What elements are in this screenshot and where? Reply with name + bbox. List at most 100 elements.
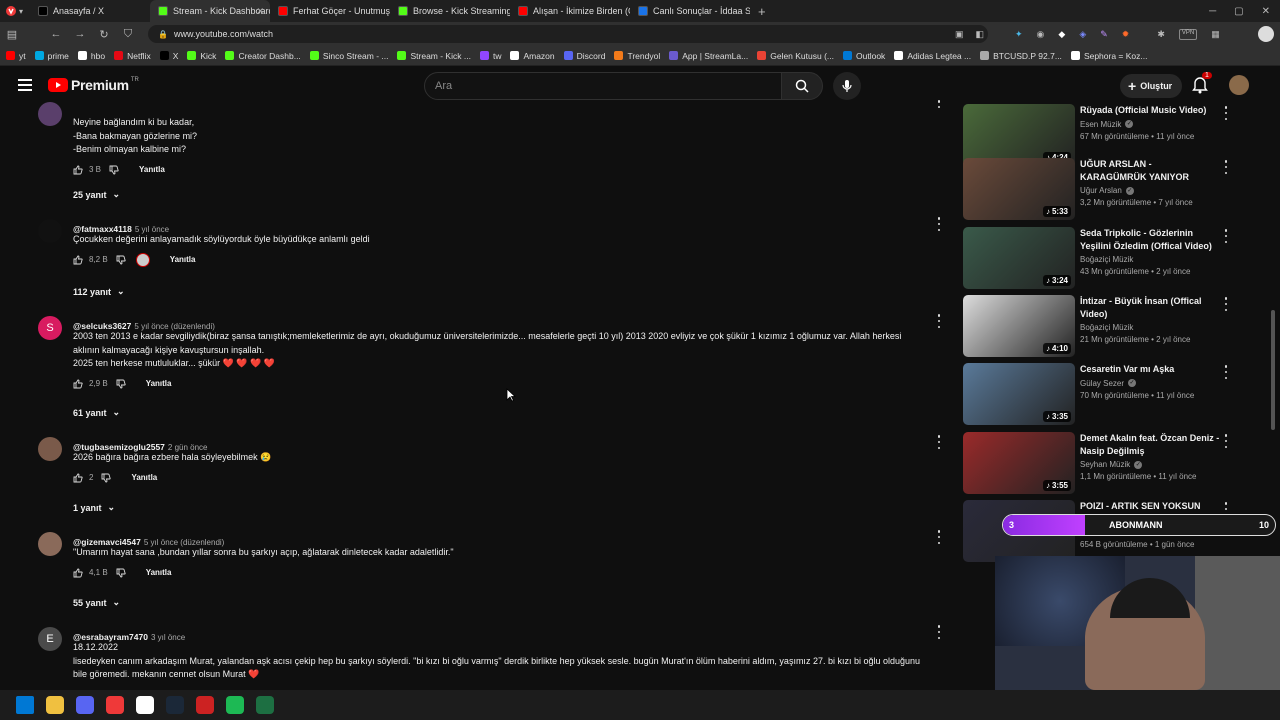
panel-toggle-icon[interactable]: ▤ [0,28,24,41]
related-video-item[interactable]: ♪ 3:24 Seda Tripkolic - Gözlerinin Yeşilin… [963,227,1243,293]
view-replies-button[interactable]: 55 yanıt ⌄ [73,597,120,608]
reload-button[interactable]: ↻ [92,28,116,41]
reply-button[interactable]: Yanıtla [170,255,196,264]
bookmark-item[interactable]: Outlook [843,51,885,61]
maximize-button[interactable]: ▢ [1234,6,1243,17]
bookmark-item[interactable]: Amazon [510,51,555,61]
bookmark-item[interactable]: yt [6,51,26,61]
account-avatar[interactable] [1229,75,1249,95]
reply-button[interactable]: Yanıtla [146,568,172,577]
video-menu-icon[interactable] [1223,160,1229,174]
bookmark-icon[interactable]: ◧ [976,29,985,40]
bookmark-item[interactable]: Trendyol [614,51,660,61]
video-menu-icon[interactable] [1223,434,1229,448]
extension-icon[interactable]: ✹ [1122,29,1130,40]
close-window-button[interactable]: ✕ [1262,6,1270,17]
avatar[interactable]: E [38,627,62,651]
comment-menu-icon[interactable] [936,530,942,544]
browser-tab[interactable]: Browse - Kick Streaming [390,0,510,22]
bookmark-item[interactable]: Gelen Kutusu (... [757,51,834,61]
video-thumbnail[interactable]: ♪ 4:10 [963,295,1075,357]
view-replies-button[interactable]: 112 yanıt ⌄ [73,286,125,297]
related-video-item[interactable]: ♪ 3:35 Cesaretin Var mı Aşka Gülay Sezer ✓ 70… [963,363,1243,429]
reply-button[interactable]: Yanıtla [146,379,172,388]
steam-icon[interactable] [166,696,184,714]
comment-time[interactable]: 3 yıl önce [151,633,185,642]
back-button[interactable]: ← [44,28,68,40]
new-tab-button[interactable]: + [758,4,766,19]
extension-icon[interactable]: ✱ [1157,29,1165,40]
video-menu-icon[interactable] [1223,297,1229,311]
video-channel[interactable]: Uğur Arslan [1080,186,1122,195]
video-title[interactable]: UĞUR ARSLAN - KARAGÜMRÜK YANIYOR [1080,158,1220,183]
dislike-button[interactable] [116,255,126,265]
extension-icon[interactable]: ◈ [1079,29,1086,40]
related-video-item[interactable]: ♪ 3:55 Demet Akalın feat. Özcan Deniz - Na… [963,432,1243,498]
menu-icon[interactable] [18,79,32,91]
bookmark-item[interactable]: Netflix [114,51,151,61]
view-replies-button[interactable]: 61 yanıt ⌄ [73,407,120,418]
bookmark-item[interactable]: Sephora = Koz... [1070,51,1148,61]
video-menu-icon[interactable] [1223,229,1229,243]
video-title[interactable]: Seda Tripkolic - Gözlerinin Yeşilini Özl… [1080,227,1220,252]
url-field[interactable]: 🔒 www.youtube.com/watch [148,25,988,43]
reply-button[interactable]: Yanıtla [131,473,157,482]
vivaldi-icon[interactable] [106,696,124,714]
minimize-button[interactable]: ─ [1209,6,1216,17]
bookmark-item[interactable]: Stream - Kick ... [397,51,471,61]
bookmark-item[interactable]: tw [479,51,501,61]
folder-icon[interactable] [46,696,64,714]
video-channel[interactable]: Boğaziçi Müzik [1080,323,1133,332]
dislike-button[interactable] [116,379,126,389]
avatar[interactable] [38,102,62,126]
bookmark-item[interactable]: Sinco Stream - ... [309,51,388,61]
browser-tab[interactable]: Stream - Kick Dashboard ✕ [150,0,270,22]
like-button[interactable] [73,379,83,389]
browser-tab[interactable]: Alışan - İkimize Birden (Offi [510,0,630,22]
reader-icon[interactable]: ▣ [955,29,964,40]
obs-icon[interactable] [136,696,154,714]
dislike-button[interactable] [116,568,126,578]
dislike-button[interactable] [109,165,119,175]
comment-menu-icon[interactable] [936,217,942,231]
windows-icon[interactable] [16,696,34,714]
discord-icon[interactable] [76,696,94,714]
video-title[interactable]: Rüyada (Official Music Video) [1080,104,1220,117]
comment-menu-icon[interactable] [936,435,942,449]
video-menu-icon[interactable] [1223,365,1229,379]
video-menu-icon[interactable] [1223,106,1229,120]
comment-menu-icon[interactable] [936,625,942,639]
scrollbar[interactable] [1271,310,1275,430]
video-title[interactable]: İntizar - Büyük İnsan (Offical Video) [1080,295,1220,320]
voice-search-button[interactable] [833,72,861,100]
search-input[interactable]: Ara [424,72,782,100]
bookmark-item[interactable]: X [159,51,178,61]
comment-menu-icon[interactable] [936,100,942,108]
extension-icon[interactable]: ✦ [1015,29,1023,40]
calculator-icon[interactable]: ▦ [1211,29,1220,40]
like-button[interactable] [73,473,83,483]
video-title[interactable]: Cesaretin Var mı Aşka [1080,363,1220,376]
extension-icon[interactable]: ✎ [1100,29,1108,40]
related-video-item[interactable]: ♪ 4:10 İntizar - Büyük İnsan (Offical Vide… [963,295,1243,361]
view-replies-button[interactable]: 25 yanıt ⌄ [73,189,120,200]
notifications-button[interactable]: 1 [1192,72,1212,99]
video-channel[interactable]: Seyhan Müzik [1080,460,1130,469]
bookmark-item[interactable]: Creator Dashb... [225,51,301,61]
browser-tab[interactable]: Ferhat Göçer - Unutmuş Ça [270,0,390,22]
shield-icon[interactable]: ⛉ [116,28,140,41]
avatar[interactable] [38,437,62,461]
reply-button[interactable]: Yanıtla [139,165,165,174]
bookmark-item[interactable]: hbo [77,51,105,61]
bookmark-item[interactable]: prime [34,51,69,61]
app-icon[interactable] [196,696,214,714]
bookmark-item[interactable]: Kick [187,51,216,61]
spotify-icon[interactable] [226,696,244,714]
bookmark-item[interactable]: App | StreamLa... [669,51,748,61]
vpn-icon[interactable]: VPN [1178,28,1198,40]
bookmark-item[interactable]: Discord [563,51,605,61]
excel-icon[interactable] [256,696,274,714]
profile-avatar[interactable] [1258,26,1274,42]
avatar[interactable] [38,219,62,243]
video-channel[interactable]: Gülay Sezer [1080,379,1124,388]
